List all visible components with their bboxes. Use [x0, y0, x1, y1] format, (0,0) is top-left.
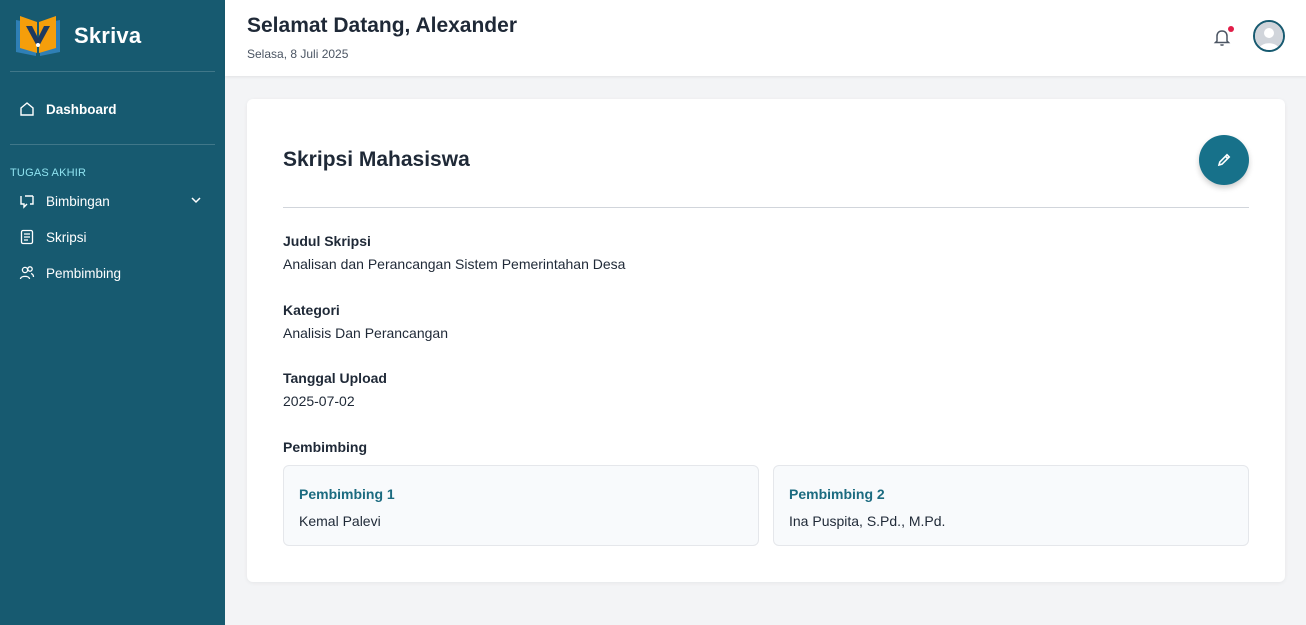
- card-title: Skripsi Mahasiswa: [283, 148, 470, 171]
- home-icon: [18, 100, 36, 118]
- field-label: Tanggal Upload: [283, 370, 387, 386]
- pembimbing-title: Pembimbing 2: [789, 486, 885, 502]
- sidebar-item-label: Dashboard: [46, 101, 117, 117]
- field-value: 2025-07-02: [283, 393, 355, 409]
- edit-button[interactable]: [1199, 135, 1249, 185]
- field-label: Judul Skripsi: [283, 233, 371, 249]
- sidebar-item-label: Bimbingan: [46, 193, 110, 209]
- skripsi-card: Skripsi Mahasiswa Judul Skripsi Analisan…: [247, 99, 1285, 582]
- document-icon: [18, 228, 36, 246]
- field-tanggal-upload: Tanggal Upload 2025-07-02: [283, 370, 387, 409]
- users-icon: [18, 264, 36, 282]
- field-value: Analisis Dan Perancangan: [283, 325, 448, 341]
- notification-dot: [1228, 26, 1234, 32]
- sidebar-item-label: Skripsi: [46, 229, 87, 245]
- pembimbing-1-box: Pembimbing 1 Kemal Palevi: [283, 465, 759, 546]
- avatar[interactable]: [1253, 20, 1285, 52]
- pembimbing-title: Pembimbing 1: [299, 486, 395, 502]
- user-avatar-icon: [1255, 22, 1283, 50]
- field-kategori: Kategori Analisis Dan Perancangan: [283, 302, 448, 341]
- chat-icon: [18, 192, 36, 210]
- pembimbing-section: Pembimbing: [283, 439, 367, 455]
- greeting-title: Selamat Datang, Alexander: [247, 14, 517, 37]
- field-label: Pembimbing: [283, 439, 368, 455]
- chevron-down-icon[interactable]: [189, 193, 203, 207]
- sidebar: Skriva Dashboard TUGAS AKHIR Bimbingan S…: [0, 0, 225, 625]
- field-judul-skripsi: Judul Skripsi Analisan dan Perancangan S…: [283, 233, 625, 272]
- sidebar-section-label: TUGAS AKHIR: [10, 167, 87, 179]
- book-logo-icon: [16, 15, 60, 56]
- field-label: Kategori: [283, 302, 340, 318]
- pembimbing-name: Ina Puspita, S.Pd., M.Pd.: [789, 513, 946, 529]
- sidebar-item-skripsi[interactable]: Skripsi: [0, 219, 225, 255]
- sidebar-item-dashboard[interactable]: Dashboard: [0, 91, 225, 127]
- pembimbing-2-box: Pembimbing 2 Ina Puspita, S.Pd., M.Pd.: [773, 465, 1249, 546]
- field-value: Analisan dan Perancangan Sistem Pemerint…: [283, 256, 626, 272]
- brand-name: Skriva: [74, 22, 142, 48]
- sidebar-item-pembimbing[interactable]: Pembimbing: [0, 255, 225, 291]
- sidebar-item-label: Pembimbing: [46, 265, 122, 281]
- sidebar-divider: [10, 144, 215, 145]
- pembimbing-name: Kemal Palevi: [299, 513, 381, 529]
- top-bar: Selamat Datang, Alexander Selasa, 8 Juli…: [225, 0, 1306, 76]
- pencil-icon: [1217, 153, 1231, 167]
- current-date: Selasa, 8 Juli 2025: [247, 47, 349, 61]
- sidebar-item-bimbingan[interactable]: Bimbingan: [0, 183, 225, 219]
- card-divider: [283, 207, 1249, 208]
- brand[interactable]: Skriva: [10, 0, 215, 72]
